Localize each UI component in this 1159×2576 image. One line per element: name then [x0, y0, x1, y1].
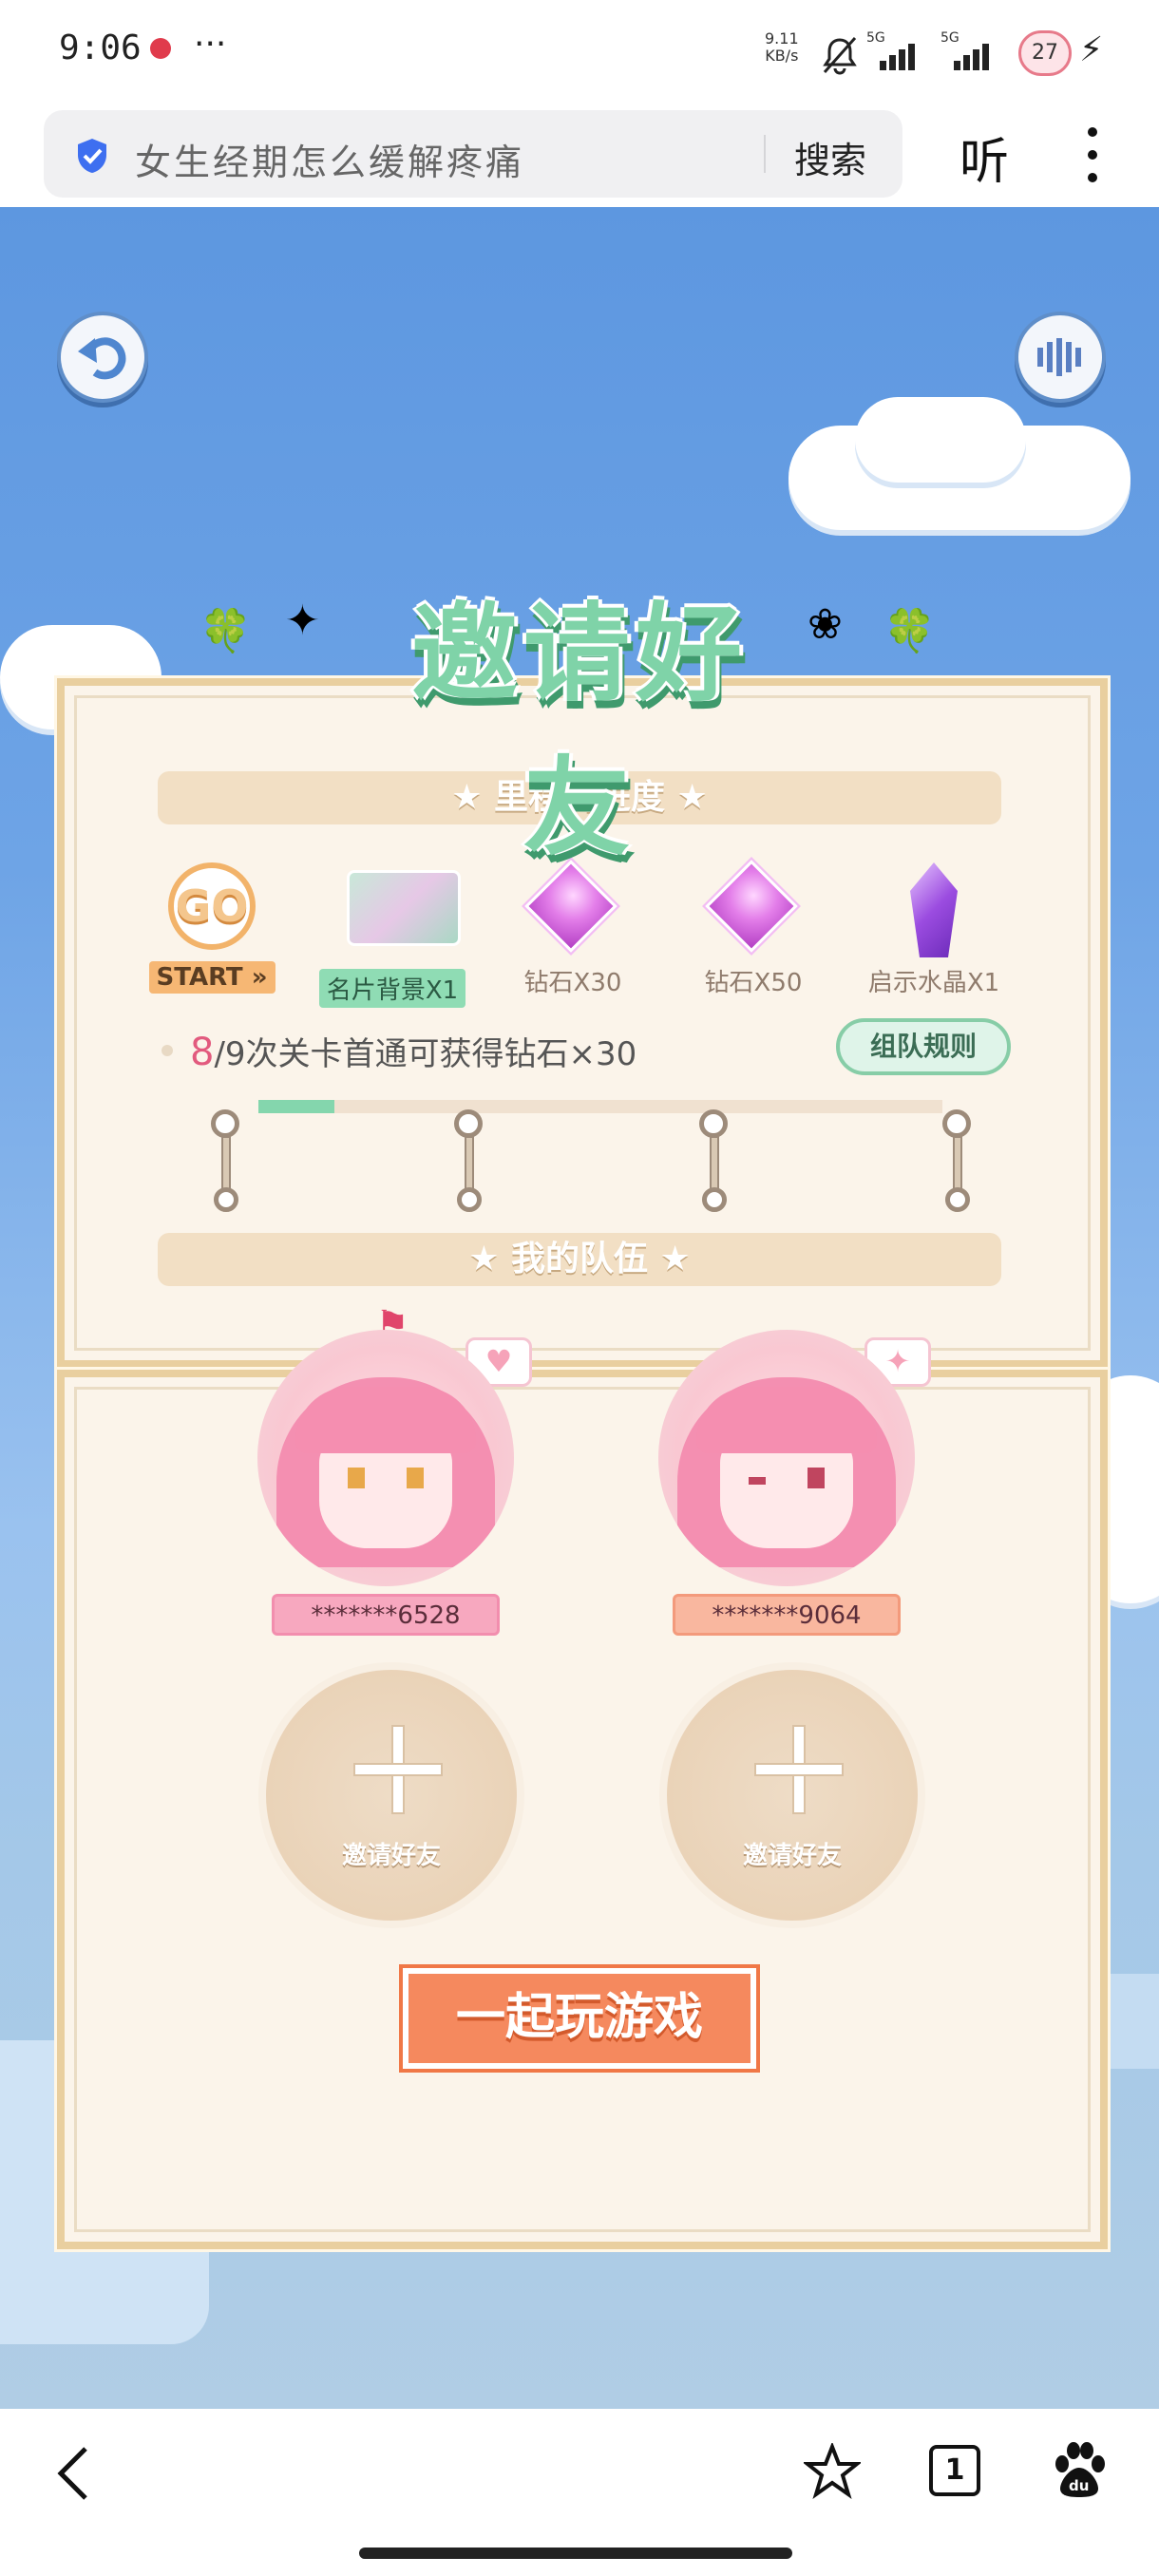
- notification-app-icon: [150, 38, 171, 59]
- milestone-diamond-50[interactable]: 钻石X50: [673, 860, 834, 1000]
- go-badge: GO: [168, 862, 256, 950]
- clover-decoration-icon: 🍀: [200, 607, 252, 655]
- milestone-label: 名片背景X1: [318, 969, 466, 1008]
- star-bookmark-icon[interactable]: [804, 2443, 861, 2500]
- network-speed: 9.11 KB/s: [765, 30, 799, 65]
- crystal-icon: [910, 862, 958, 957]
- invite-slot[interactable]: 邀请好友: [258, 1662, 524, 1928]
- status-bar: 9:06 ··· 9.11 KB/s 5G 5G 27 ⚡: [0, 0, 1159, 104]
- play-together-button[interactable]: 一起玩游戏: [399, 1964, 760, 2073]
- page-title: 邀请好友: [411, 593, 748, 870]
- milestone-label: 启示水晶X1: [867, 969, 1000, 997]
- signal-strength-icon: 5G: [866, 30, 923, 70]
- browser-toolbar: 女生经期怎么缓解疼痛 搜索 听: [0, 104, 1159, 207]
- charging-icon: ⚡: [1079, 30, 1104, 69]
- milestone-start: GO START »: [131, 862, 293, 994]
- address-bar[interactable]: 女生经期怎么缓解疼痛 搜索: [44, 110, 902, 198]
- clover-decoration-icon: 🍀: [884, 607, 936, 655]
- binder-ring: [211, 1109, 241, 1212]
- star-decoration-icon: ✦: [285, 597, 320, 645]
- bottom-navbar: 1 du: [0, 2409, 1159, 2576]
- milestone-label[interactable]: START »: [148, 961, 276, 994]
- milestone-crystal[interactable]: 启示水晶X1: [853, 862, 1015, 1000]
- member-name: *******9064: [673, 1594, 901, 1636]
- search-query[interactable]: 女生经期怎么缓解疼痛: [135, 133, 524, 185]
- network-speed-value: 9.11: [765, 29, 799, 47]
- plus-icon: [756, 1727, 842, 1812]
- search-button[interactable]: 搜索: [794, 131, 866, 183]
- signal-strength-icon: 5G: [940, 30, 998, 70]
- cloud: [855, 397, 1026, 483]
- clock: 9:06: [59, 28, 142, 67]
- network-speed-unit: KB/s: [765, 47, 799, 65]
- invite-label: 邀请好友: [341, 1842, 441, 1870]
- progress-track-filled: [258, 1100, 334, 1113]
- more-menu-icon[interactable]: [1083, 127, 1102, 188]
- back-button[interactable]: [57, 312, 148, 403]
- flower-decoration-icon: ❀: [808, 600, 843, 649]
- progress-text: 8/9次关卡首通可获得钻石×30: [190, 1028, 636, 1074]
- signal-type-2: 5G: [940, 30, 960, 46]
- bullet-dot: [162, 1045, 173, 1056]
- undo-arrow-icon: [78, 337, 126, 380]
- bell-muted-icon: [823, 37, 857, 75]
- progress-track: [334, 1100, 942, 1113]
- home-indicator[interactable]: [359, 2548, 792, 2559]
- sound-toggle-button[interactable]: [1015, 312, 1106, 403]
- signal-type-1: 5G: [866, 30, 885, 46]
- back-arrow-icon[interactable]: [51, 2443, 99, 2504]
- svg-text:du: du: [1069, 2477, 1089, 2494]
- team-panel: [54, 1367, 1111, 2252]
- invite-label: 邀请好友: [742, 1842, 842, 1870]
- listen-button[interactable]: 听: [960, 122, 1009, 193]
- shield-check-icon: [78, 139, 106, 173]
- avatar: [257, 1330, 514, 1586]
- plus-icon: [355, 1727, 441, 1812]
- card-background-icon: [347, 870, 461, 946]
- team-member[interactable]: *******6528: [253, 1330, 519, 1636]
- binder-ring: [942, 1109, 973, 1212]
- invite-slot[interactable]: 邀请好友: [659, 1662, 925, 1928]
- baidu-paw-icon[interactable]: du: [1049, 2439, 1110, 2500]
- tabs-button[interactable]: 1: [929, 2445, 980, 2496]
- binder-ring: [699, 1109, 730, 1212]
- divider: [764, 135, 766, 173]
- battery-icon: 27: [1018, 30, 1072, 76]
- avatar: [658, 1330, 915, 1586]
- team-rules-button[interactable]: 组队规则: [836, 1018, 1011, 1075]
- sound-wave-icon: [1037, 338, 1081, 376]
- binder-ring: [454, 1109, 484, 1212]
- milestone-label: 钻石X50: [704, 969, 803, 997]
- more-notifications-icon: ···: [194, 25, 227, 64]
- team-header: ★ 我的队伍 ★: [158, 1233, 1001, 1286]
- progress-current: 8: [190, 1031, 215, 1074]
- game-view: 🍀 ✦ ❀ 🍀 邀请好友 ★ 里程碑进度 ★: [0, 207, 1159, 2409]
- progress-description: /9次关卡首通可获得钻石×30: [214, 1035, 637, 1073]
- member-name: *******6528: [272, 1594, 500, 1636]
- team-member[interactable]: *******9064: [654, 1330, 920, 1636]
- milestone-diamond-30[interactable]: 钻石X30: [492, 860, 654, 1000]
- milestone-label: 钻石X30: [523, 969, 622, 997]
- diamond-icon: [524, 860, 618, 953]
- milestone-card-background[interactable]: 名片背景X1: [312, 862, 473, 1008]
- diamond-icon: [705, 860, 798, 953]
